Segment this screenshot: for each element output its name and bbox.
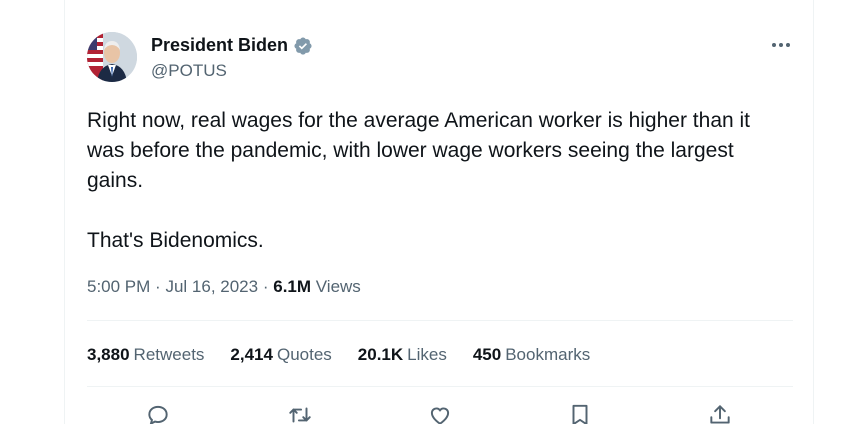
views-count: 6.1M	[273, 277, 312, 296]
like-icon[interactable]	[427, 402, 453, 424]
author-name-row: President Biden	[151, 35, 313, 56]
tweet-date[interactable]: Jul 16, 2023	[165, 277, 258, 296]
stat-label: Retweets	[133, 345, 205, 364]
stat-label: Bookmarks	[505, 345, 591, 364]
views-label: Views	[315, 277, 361, 296]
avatar[interactable]	[87, 32, 137, 82]
retweets-stat[interactable]: 3,880 Retweets	[87, 345, 204, 365]
retweet-icon[interactable]	[287, 402, 313, 424]
bookmarks-stat[interactable]: 450 Bookmarks	[473, 345, 590, 365]
meta-separator: ·	[155, 277, 161, 296]
more-dot	[786, 43, 790, 47]
more-dot	[779, 43, 783, 47]
tweet-card: President Biden @POTUS Right now, real w…	[64, 0, 814, 424]
stat-count: 450	[472, 345, 502, 364]
tweet-meta: 5:00 PM · Jul 16, 2023 · 6.1M Views	[87, 277, 361, 297]
tweet-stats: 3,880 Retweets 2,414 Quotes 20.1K Likes 450…	[87, 345, 590, 365]
stat-count: 20.1K	[357, 345, 404, 364]
share-icon[interactable]	[707, 402, 733, 424]
stat-count: 3,880	[87, 345, 130, 364]
reply-icon[interactable]	[145, 402, 171, 424]
meta-separator: ·	[262, 277, 269, 296]
author-display-name[interactable]: President Biden	[151, 35, 288, 56]
tweet-actions	[65, 400, 815, 424]
quotes-stat[interactable]: 2,414 Quotes	[230, 345, 331, 365]
bookmark-icon[interactable]	[567, 402, 593, 424]
author-handle[interactable]: @POTUS	[151, 61, 227, 81]
more-dot	[772, 43, 776, 47]
more-options-icon[interactable]	[769, 36, 793, 54]
stat-count: 2,414	[230, 345, 273, 364]
stat-label: Quotes	[276, 345, 332, 364]
tweet-text: Right now, real wages for the average Am…	[87, 109, 751, 252]
tweet-time[interactable]: 5:00 PM	[87, 277, 150, 296]
divider	[87, 386, 793, 387]
divider	[87, 320, 793, 321]
stat-label: Likes	[407, 345, 447, 364]
likes-stat[interactable]: 20.1K Likes	[358, 345, 447, 365]
verified-badge-icon[interactable]	[293, 36, 313, 56]
